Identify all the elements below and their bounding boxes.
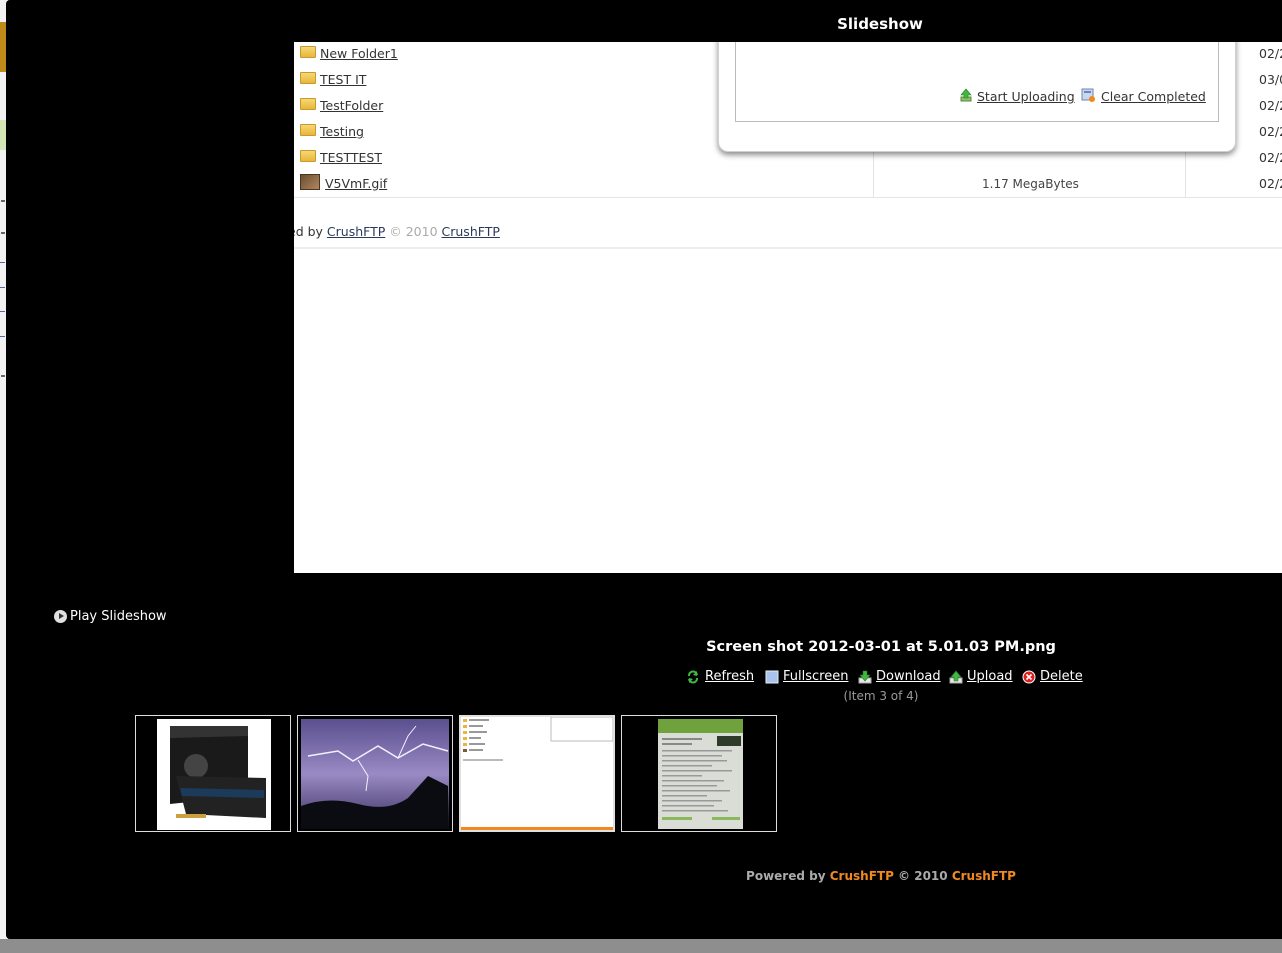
- folder-icon: [300, 124, 316, 136]
- list-item: V5VmF.gif 02/2: [294, 172, 1282, 198]
- fullscreen-icon: [765, 670, 779, 684]
- upload-panel: Start Uploading Clear Completed: [718, 42, 1236, 152]
- background-text: [1, 232, 5, 234]
- image-thumbnail-icon: [300, 174, 320, 190]
- lightning-sky-image: [301, 719, 449, 829]
- file-name-link[interactable]: New Folder1: [320, 46, 398, 61]
- folder-icon: [300, 150, 316, 162]
- file-date: 02/2: [1259, 46, 1282, 61]
- refresh-link[interactable]: Refresh: [705, 669, 754, 684]
- slide-caption: Screen shot 2012-03-01 at 5.01.03 PM.png: [706, 639, 1056, 655]
- delete-icon: [1022, 670, 1036, 684]
- upload-queue-box: [735, 42, 1219, 122]
- crushftp-link[interactable]: CrushFTP: [442, 224, 500, 239]
- start-uploading-link[interactable]: Start Uploading: [977, 89, 1075, 104]
- clear-completed-link[interactable]: Clear Completed: [1101, 89, 1206, 104]
- slide-image: New Folder1 02/2 TEST IT 03/0 TestFolder…: [294, 42, 1282, 573]
- document-page-image: [622, 716, 776, 831]
- crushftp-brand-link[interactable]: CrushFTP: [830, 869, 894, 883]
- inner-footer-copyright: © 2010: [385, 224, 442, 239]
- file-name-link[interactable]: Testing: [320, 124, 364, 139]
- slideshow-modal: Slideshow New Folder1 02/2 TEST IT 03/0 …: [6, 0, 1282, 939]
- graphics-card-image: [136, 716, 290, 831]
- background-text: [1, 200, 5, 202]
- play-slideshow-label: Play Slideshow: [70, 609, 167, 624]
- file-date: 03/0: [1259, 72, 1282, 87]
- upload-link[interactable]: Upload: [967, 669, 1013, 684]
- row-divider: [294, 247, 1282, 249]
- modal-title: Slideshow: [837, 15, 923, 33]
- file-name-link[interactable]: TestFolder: [320, 98, 383, 113]
- refresh-icon: [688, 670, 698, 684]
- column-divider: [873, 152, 874, 198]
- background-link: [0, 328, 5, 337]
- file-date: 02/2: [1259, 98, 1282, 113]
- background-link: [0, 303, 5, 312]
- file-size: 1.17 MegaBytes: [982, 177, 1079, 191]
- inner-footer-prefix: ed by: [294, 224, 323, 239]
- file-date: 02/2: [1259, 124, 1282, 139]
- thumbnail-document-page[interactable]: [621, 715, 777, 832]
- download-link[interactable]: Download: [876, 669, 941, 684]
- thumbnail-graphics-card[interactable]: [135, 715, 291, 832]
- item-counter: (Item 3 of 4): [843, 689, 919, 703]
- download-icon: [858, 670, 872, 684]
- upload-icon: [949, 670, 963, 684]
- footer-copyright: © 2010: [893, 869, 952, 883]
- crushftp-brand-link[interactable]: CrushFTP: [952, 869, 1016, 883]
- background-link: [0, 279, 5, 288]
- page-footer: Powered by CrushFTP © 2010 CrushFTP: [6, 869, 1282, 883]
- file-date: 02/2: [1259, 176, 1282, 191]
- fullscreen-link[interactable]: Fullscreen: [783, 669, 848, 684]
- delete-link[interactable]: Delete: [1040, 669, 1083, 684]
- folder-icon: [300, 98, 316, 110]
- upload-icon: [960, 88, 972, 102]
- thumbnail-lightning-sky[interactable]: [297, 715, 453, 832]
- background-text: [1, 375, 5, 377]
- folder-icon: [300, 46, 316, 58]
- crushftp-link[interactable]: CrushFTP: [327, 224, 385, 239]
- play-icon: [54, 610, 67, 623]
- footer-prefix: Powered by: [746, 869, 830, 883]
- background-bottom: [0, 939, 1282, 953]
- thumbnail-screenshot[interactable]: [459, 715, 615, 832]
- screenshot-image: [461, 717, 613, 830]
- inner-footer: ed by CrushFTP © 2010 CrushFTP: [294, 224, 500, 239]
- row-divider: [294, 197, 1282, 198]
- background-link: [0, 254, 5, 263]
- file-name-link[interactable]: V5VmF.gif: [325, 176, 387, 191]
- file-name-link[interactable]: TESTTEST: [320, 150, 382, 165]
- folder-icon: [300, 72, 316, 84]
- column-divider: [1185, 152, 1186, 198]
- file-date: 02/2: [1259, 150, 1282, 165]
- clear-completed-icon: [1081, 88, 1095, 102]
- file-name-link[interactable]: TEST IT: [320, 72, 366, 87]
